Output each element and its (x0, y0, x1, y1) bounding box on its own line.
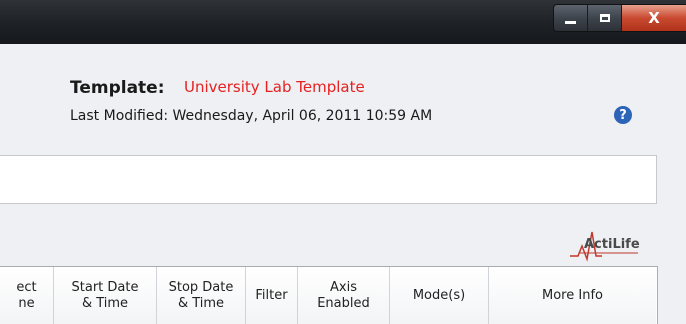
logo-text: ActiLife (584, 237, 640, 252)
close-icon: X (648, 9, 660, 27)
close-button[interactable]: X (622, 5, 686, 31)
table-header-row: ect ne Start Date & Time Stop Date & Tim… (0, 266, 658, 324)
column-header-start-date[interactable]: Start Date & Time (54, 267, 157, 324)
last-modified-text: Last Modified: Wednesday, April 06, 2011… (70, 108, 433, 124)
window-title-bar: X (0, 0, 686, 44)
template-name: University Lab Template (184, 78, 365, 96)
help-icon[interactable]: ? (614, 106, 632, 124)
template-label: Template: (70, 78, 165, 98)
column-header-axis-enabled[interactable]: Axis Enabled (298, 267, 390, 324)
column-header-stop-date[interactable]: Stop Date & Time (157, 267, 246, 324)
column-header-filter[interactable]: Filter (246, 267, 298, 324)
column-header-more-info[interactable]: More Info (489, 267, 656, 324)
minimize-icon (565, 20, 576, 24)
minimize-button[interactable] (554, 5, 588, 31)
text-field[interactable] (0, 155, 657, 204)
maximize-icon (599, 14, 610, 22)
window-controls: X (553, 4, 686, 32)
column-header-partial[interactable]: ect ne (0, 267, 54, 324)
column-header-modes[interactable]: Mode(s) (390, 267, 489, 324)
actilife-logo: ActiLife (570, 231, 640, 262)
maximize-button[interactable] (588, 5, 622, 31)
help-glyph: ? (619, 107, 627, 123)
